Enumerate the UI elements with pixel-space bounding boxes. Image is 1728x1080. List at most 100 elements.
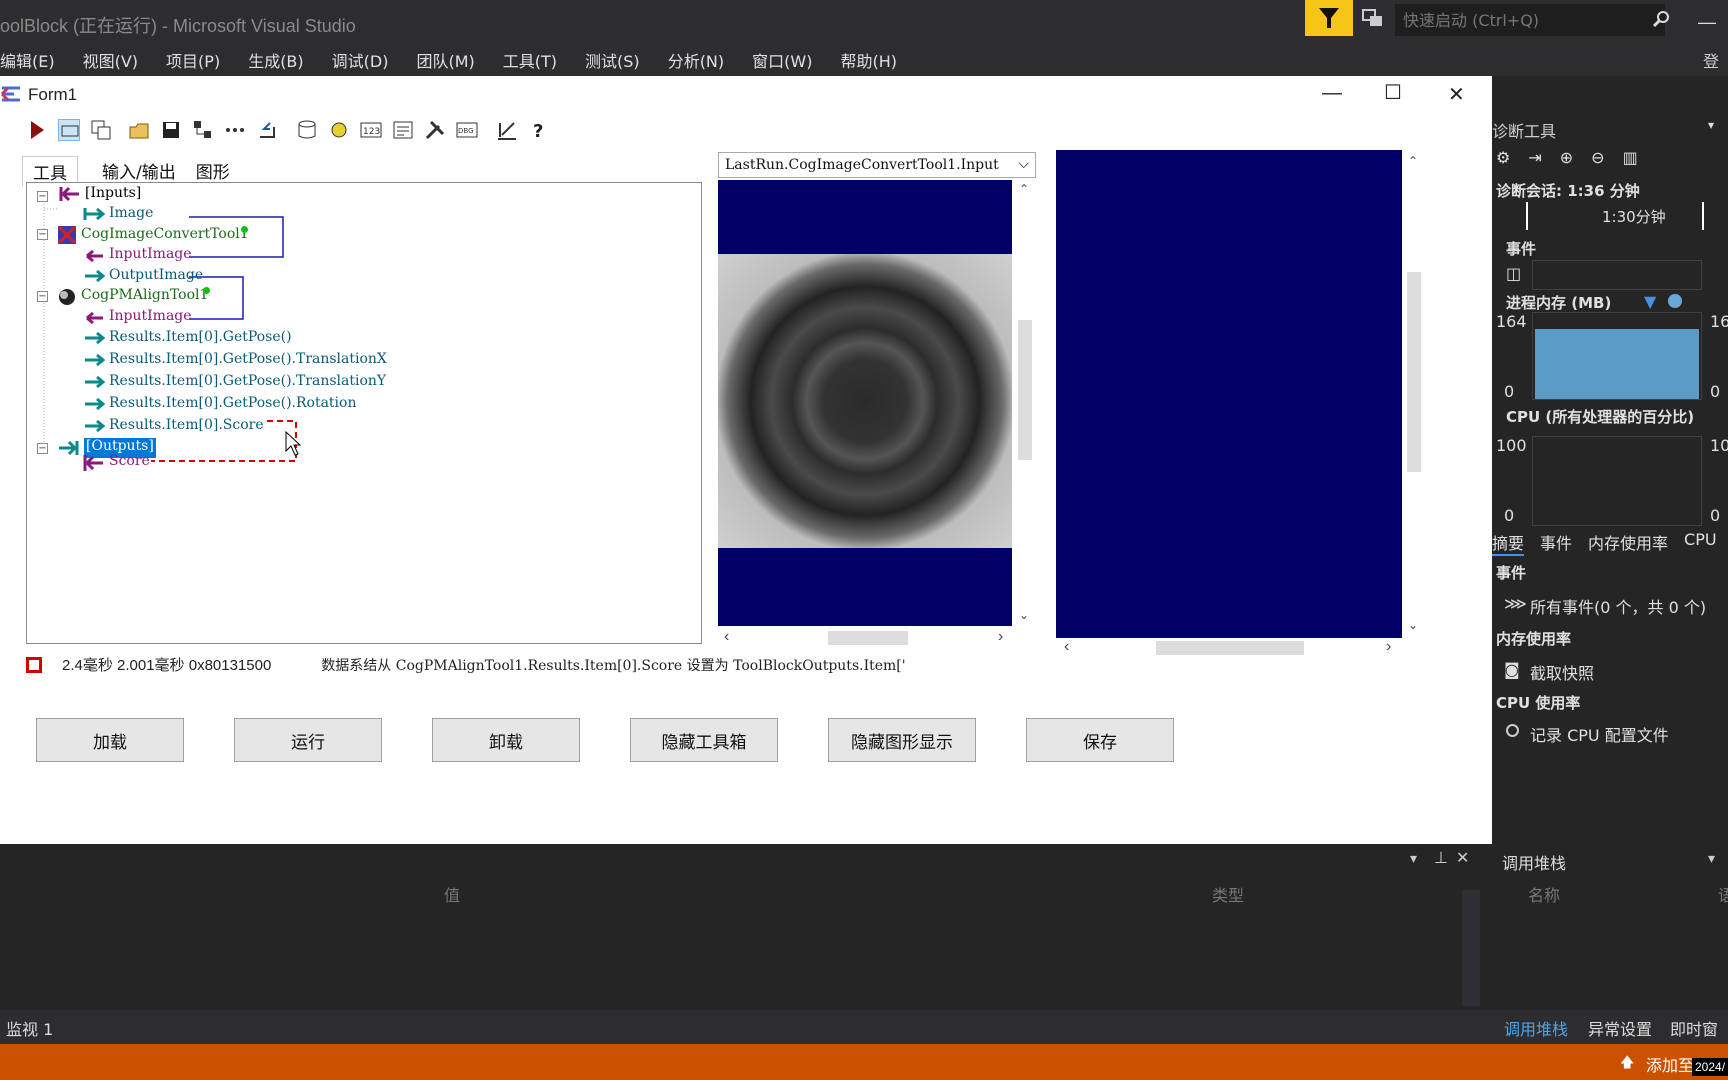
tree-convert-input[interactable]: InputImage [109, 246, 192, 266]
tree-result-score[interactable]: Results.Item[0].Score [109, 417, 264, 437]
zoom-in-icon[interactable]: ⊕ [1560, 148, 1573, 167]
watch-scrollbar[interactable] [1462, 890, 1480, 1006]
toolbox-icon[interactable] [58, 119, 80, 141]
collapse-convert-tool[interactable]: − [37, 229, 48, 240]
settings-tools-icon[interactable] [424, 119, 446, 141]
add-to-source-control[interactable]: 添加至 [1646, 1052, 1694, 1076]
quick-launch-input[interactable] [1395, 4, 1665, 36]
record-cpu-button[interactable]: 记录 CPU 配置文件 [1530, 722, 1669, 746]
form-minimize-button[interactable]: — [1322, 82, 1342, 105]
tree-convert-tool[interactable]: CogImageConvertTool1 [81, 226, 249, 246]
tree-convert-output[interactable]: OutputImage [109, 267, 203, 287]
tree-image[interactable]: Image [109, 205, 153, 225]
save-button[interactable]: 保存 [1026, 718, 1174, 762]
tree-result-translation-x[interactable]: Results.Item[0].GetPose().TranslationX [109, 351, 387, 371]
tool-copy-icon[interactable] [90, 119, 112, 141]
menu-analyze[interactable]: 分析(N) [668, 46, 724, 74]
feedback-filter-button[interactable] [1305, 0, 1353, 36]
graphics-edit-icon[interactable] [496, 119, 518, 141]
database-icon[interactable] [296, 119, 318, 141]
save-icon[interactable] [160, 119, 182, 141]
image-horizontal-scrollbar[interactable]: ‹ › [718, 628, 1012, 648]
numeric-icon[interactable]: 123 [360, 119, 382, 141]
help-icon[interactable]: ? [528, 119, 550, 142]
export-icon[interactable]: ⇥ [1528, 148, 1541, 167]
image-display-lastrun[interactable] [718, 180, 1012, 626]
tab-summary[interactable]: 摘要 [1492, 530, 1525, 556]
timeline-marker[interactable] [1526, 202, 1528, 230]
collapse-inputs[interactable]: − [37, 191, 48, 202]
tree-inputs[interactable]: [Inputs] [85, 185, 141, 205]
scroll-up-icon[interactable]: ⌃ [1408, 154, 1418, 168]
form-maximize-button[interactable]: ☐ [1384, 80, 1402, 105]
menu-test[interactable]: 测试(S) [585, 46, 640, 74]
scroll-left-icon[interactable]: ‹ [724, 628, 729, 646]
collapse-pm-tool[interactable]: − [37, 291, 48, 302]
tab-cpu[interactable]: CPU [1684, 530, 1717, 556]
menu-team[interactable]: 团队(M) [416, 46, 474, 74]
tree-pm-tool[interactable]: CogPMAlignTool1 [81, 287, 208, 307]
close-icon[interactable]: ✕ [1456, 848, 1469, 868]
menu-help[interactable]: 帮助(H) [840, 46, 897, 74]
refresh-icon[interactable] [328, 119, 350, 141]
tree-result-pose[interactable]: Results.Item[0].GetPose() [109, 329, 292, 349]
tree-result-rotation[interactable]: Results.Item[0].GetPose().Rotation [109, 395, 356, 415]
scroll-down-icon[interactable]: ⌄ [1408, 618, 1418, 632]
dots-icon[interactable] [224, 119, 246, 141]
scroll-thumb[interactable] [828, 631, 908, 645]
scroll-left-icon[interactable]: ‹ [1064, 638, 1069, 656]
display2-vertical-scrollbar[interactable]: ⌃ ⌄ [1402, 150, 1426, 638]
tab-immediate-window[interactable]: 即时窗 [1670, 1016, 1718, 1040]
properties-icon[interactable] [392, 119, 414, 141]
scroll-down-icon[interactable]: ⌄ [1019, 608, 1029, 622]
tab-call-stack[interactable]: 调用堆栈 [1504, 1016, 1568, 1040]
hide-graphics-button[interactable]: 隐藏图形显示 [828, 718, 976, 762]
pin-icon[interactable]: ⊥ [1434, 848, 1448, 868]
debug-icon[interactable]: DBG [456, 119, 478, 141]
pause-icon[interactable]: ◫ [1506, 264, 1521, 283]
chart-icon[interactable]: ▥ [1623, 148, 1638, 167]
menu-tools[interactable]: 工具(T) [503, 46, 557, 74]
menu-edit[interactable]: 编辑(E) [0, 46, 55, 74]
menu-view[interactable]: 视图(V) [83, 46, 138, 74]
load-button[interactable]: 加载 [36, 718, 184, 762]
zoom-out-icon[interactable]: ⊖ [1591, 148, 1604, 167]
menu-project[interactable]: 项目(P) [166, 46, 220, 74]
run-button[interactable]: 运行 [234, 718, 382, 762]
tree-pm-input[interactable]: InputImage [109, 308, 192, 328]
image-display-runtime[interactable] [1056, 150, 1402, 638]
timeline-marker[interactable] [1702, 202, 1704, 230]
tree-icon[interactable] [192, 119, 214, 141]
search-icon[interactable] [1652, 10, 1670, 28]
scroll-thumb[interactable] [1407, 272, 1421, 472]
vs-minimize-button[interactable]: — [1698, 12, 1716, 33]
chevron-down-icon[interactable]: ▾ [1708, 850, 1715, 867]
filter-icon[interactable]: ▼ [1644, 292, 1656, 311]
chevron-down-icon[interactable]: ▾ [1410, 850, 1417, 867]
run-icon[interactable] [26, 119, 48, 141]
tool-tree[interactable]: − [Inputs] Image − CogImageConvertTool1 … [26, 182, 702, 644]
scroll-thumb[interactable] [1018, 320, 1032, 460]
scroll-right-icon[interactable]: › [998, 628, 1003, 646]
scroll-thumb[interactable] [1156, 641, 1304, 655]
tab-memory[interactable]: 内存使用率 [1588, 530, 1668, 556]
unload-button[interactable]: 卸载 [432, 718, 580, 762]
collapse-outputs[interactable]: − [37, 443, 48, 454]
tree-result-translation-y[interactable]: Results.Item[0].GetPose().TranslationY [109, 373, 386, 393]
scroll-up-icon[interactable]: ⌃ [1019, 182, 1029, 196]
take-snapshot-button[interactable]: 截取快照 [1530, 660, 1594, 684]
menu-window[interactable]: 窗口(W) [752, 46, 812, 74]
all-events-link[interactable]: 所有事件(0 个，共 0 个) [1530, 594, 1706, 618]
menu-debug[interactable]: 调试(D) [332, 46, 389, 74]
menu-build[interactable]: 生成(B) [248, 46, 303, 74]
live-share-icon[interactable] [1362, 8, 1384, 28]
tab-events[interactable]: 事件 [1540, 530, 1572, 556]
gear-icon[interactable]: ⚙ [1496, 148, 1510, 167]
tab-watch1[interactable]: 监视 1 [6, 1016, 53, 1040]
chevron-down-icon[interactable]: ▾ [1708, 118, 1714, 132]
form-close-button[interactable]: ✕ [1448, 82, 1465, 107]
error-indicator-icon[interactable] [26, 656, 42, 673]
open-folder-icon[interactable] [128, 119, 150, 141]
hide-toolbox-button[interactable]: 隐藏工具箱 [630, 718, 778, 762]
display2-horizontal-scrollbar[interactable]: ‹ › [1056, 638, 1402, 658]
